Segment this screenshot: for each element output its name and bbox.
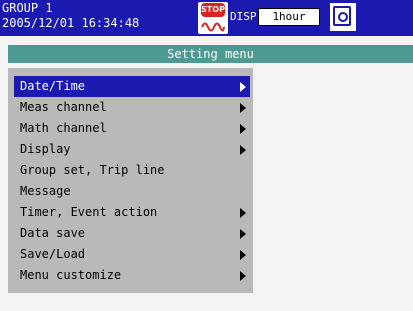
wave-icon bbox=[201, 22, 225, 32]
menu-item-message[interactable]: Message bbox=[14, 181, 250, 202]
menu-item-save-load[interactable]: Save/Load bbox=[14, 244, 250, 265]
menu-item-math-channel[interactable]: Math channel bbox=[14, 118, 250, 139]
menu-item-label: Menu customize bbox=[20, 268, 122, 282]
menu-item-timer-event-action[interactable]: Timer, Event action bbox=[14, 202, 250, 223]
disp-label: DISP bbox=[230, 10, 257, 23]
menu-list: Date/Time Meas channel Math channel Disp… bbox=[14, 76, 250, 286]
menu-item-label: Group set, Trip line bbox=[20, 163, 165, 177]
menu-item-label: Math channel bbox=[20, 121, 107, 135]
menu-item-display[interactable]: Display bbox=[14, 139, 250, 160]
menu-item-date-time[interactable]: Date/Time bbox=[14, 76, 250, 97]
stop-icon: STOP bbox=[198, 2, 228, 34]
menu-item-label: Data save bbox=[20, 226, 86, 240]
time-div-display: 1hour bbox=[258, 8, 320, 26]
page-title: Setting menu bbox=[8, 45, 413, 63]
submenu-arrow-icon bbox=[240, 208, 246, 218]
submenu-arrow-icon bbox=[240, 103, 246, 113]
datetime-display: 2005/12/01 16:34:48 bbox=[2, 16, 140, 30]
menu-item-data-save[interactable]: Data save bbox=[14, 223, 250, 244]
menu-item-label: Message bbox=[20, 184, 71, 198]
setting-menu-panel: Date/Time Meas channel Math channel Disp… bbox=[8, 68, 253, 293]
menu-item-label: Meas channel bbox=[20, 100, 107, 114]
submenu-arrow-icon bbox=[240, 250, 246, 260]
submenu-arrow-icon bbox=[240, 124, 246, 134]
menu-item-menu-customize[interactable]: Menu customize bbox=[14, 265, 250, 286]
submenu-arrow-icon bbox=[240, 229, 246, 239]
group-label: GROUP 1 bbox=[2, 1, 53, 15]
menu-item-label: Display bbox=[20, 142, 71, 156]
stop-icon-text: STOP bbox=[201, 3, 225, 17]
status-header: GROUP 1 2005/12/01 16:34:48 STOP DISP 1h… bbox=[0, 0, 413, 36]
menu-item-group-set-trip-line[interactable]: Group set, Trip line bbox=[14, 160, 250, 181]
menu-item-meas-channel[interactable]: Meas channel bbox=[14, 97, 250, 118]
submenu-arrow-icon bbox=[240, 145, 246, 155]
cf-card-icon bbox=[330, 3, 356, 31]
menu-item-label: Timer, Event action bbox=[20, 205, 158, 219]
menu-item-label: Save/Load bbox=[20, 247, 86, 261]
submenu-arrow-icon bbox=[240, 82, 246, 92]
submenu-arrow-icon bbox=[240, 271, 246, 281]
menu-item-label: Date/Time bbox=[20, 79, 86, 93]
